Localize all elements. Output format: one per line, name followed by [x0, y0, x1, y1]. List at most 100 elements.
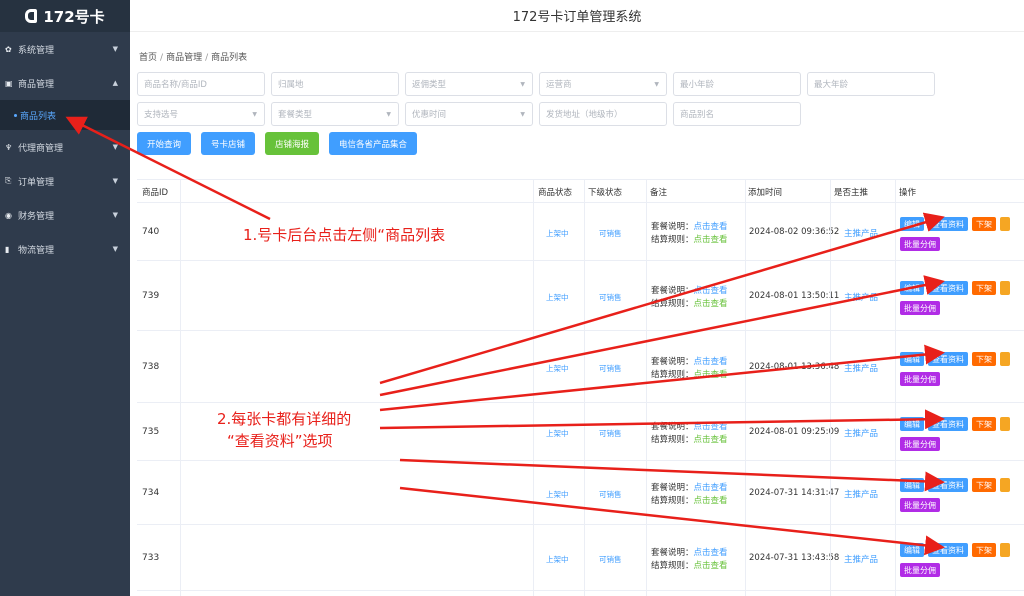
filter-select[interactable]: 套餐类型 ▼ — [271, 102, 399, 126]
main-product-tag[interactable]: 主推产品 — [844, 362, 878, 374]
view-link[interactable]: 点击查看 — [694, 561, 728, 571]
delist-button[interactable]: 下架 — [972, 417, 996, 431]
view-link[interactable]: 点击查看 — [694, 548, 728, 558]
shop-poster-button[interactable]: 店铺海报 — [265, 132, 320, 155]
delist-button[interactable]: 下架 — [972, 478, 996, 492]
chevron-down-icon: ▼ — [520, 110, 525, 118]
edit-button[interactable]: 编辑 — [900, 217, 924, 231]
edit-button[interactable]: 编辑 — [900, 478, 924, 492]
view-details-button[interactable]: 查看资料 — [928, 417, 968, 431]
edit-button[interactable]: 编辑 — [900, 543, 924, 557]
breadcrumb-product-mgmt[interactable]: 商品管理 — [166, 53, 202, 63]
filter-input[interactable]: 最大年龄 — [807, 72, 935, 96]
view-link[interactable]: 点击查看 — [694, 222, 728, 232]
main-product-tag[interactable]: 主推产品 — [844, 553, 878, 565]
view-details-button[interactable]: 查看资料 — [928, 352, 968, 366]
sub-status[interactable]: 可销售 — [599, 554, 622, 565]
edit-button[interactable]: 编辑 — [900, 352, 924, 366]
sidebar-item-label: 商品管理 — [18, 79, 55, 90]
more-button[interactable] — [1000, 417, 1010, 431]
card-shop-button[interactable]: 号卡店铺 — [201, 132, 256, 155]
sub-status[interactable]: 可销售 — [599, 363, 622, 374]
delist-button[interactable]: 下架 — [972, 352, 996, 366]
sub-status[interactable]: 可销售 — [599, 428, 622, 439]
chevron-down-icon: ▼ — [252, 110, 257, 118]
sidebar-item-4[interactable]: ◉ 财务管理 ▼ — [0, 198, 130, 232]
more-button[interactable] — [1000, 352, 1010, 366]
add-time: 2024-08-01 09:25:09 — [749, 427, 840, 437]
view-link[interactable]: 点击查看 — [694, 286, 728, 296]
more-button[interactable] — [1000, 281, 1010, 295]
more-button[interactable] — [1000, 543, 1010, 557]
batch-commission-button[interactable]: 批量分佣 — [900, 563, 940, 577]
main-product-tag[interactable]: 主推产品 — [844, 488, 878, 500]
product-status[interactable]: 上架中 — [546, 489, 569, 500]
view-details-button[interactable]: 查看资料 — [928, 543, 968, 557]
add-time: 2024-07-31 13:43:58 — [749, 553, 840, 563]
main-product-tag[interactable]: 主推产品 — [844, 291, 878, 303]
row-actions: 编辑 查看资料 下架批量分佣 — [900, 478, 1024, 518]
filter-select[interactable]: 运营商 ▼ — [539, 72, 667, 96]
filter-input[interactable]: 商品名称/商品ID — [137, 72, 265, 96]
sidebar-item-1[interactable]: ▣ 商品管理 ▲ — [0, 66, 130, 100]
note: 套餐说明：点击查看 结算规则：点击查看 — [651, 221, 728, 247]
filter-input[interactable]: 归属地 — [271, 72, 399, 96]
view-link[interactable]: 点击查看 — [694, 357, 728, 367]
product-status[interactable]: 上架中 — [546, 554, 569, 565]
main-product-tag[interactable]: 主推产品 — [844, 427, 878, 439]
delist-button[interactable]: 下架 — [972, 281, 996, 295]
edit-button[interactable]: 编辑 — [900, 417, 924, 431]
sub-status[interactable]: 可销售 — [599, 292, 622, 303]
filter-placeholder: 商品别名 — [680, 110, 715, 120]
note: 套餐说明：点击查看 结算规则：点击查看 — [651, 285, 728, 311]
telecom-collection-button[interactable]: 电信各省产品集合 — [329, 132, 418, 155]
sub-status[interactable]: 可销售 — [599, 489, 622, 500]
note-label: 套餐说明： — [651, 286, 694, 296]
filter-select[interactable]: 优惠时间 ▼ — [405, 102, 533, 126]
sidebar-item-label: 物流管理 — [18, 245, 55, 256]
sidebar-item-3[interactable]: ⎘ 订单管理 ▼ — [0, 164, 130, 198]
edit-button[interactable]: 编辑 — [900, 281, 924, 295]
filter-select[interactable]: 返佣类型 ▼ — [405, 72, 533, 96]
batch-commission-button[interactable]: 批量分佣 — [900, 498, 940, 512]
batch-commission-button[interactable]: 批量分佣 — [900, 301, 940, 315]
breadcrumb-home[interactable]: 首页 — [139, 53, 157, 63]
view-link[interactable]: 点击查看 — [694, 370, 728, 380]
sub-status[interactable]: 可销售 — [599, 228, 622, 239]
filter-select[interactable]: 支持选号 ▼ — [137, 102, 265, 126]
filter-input[interactable]: 最小年龄 — [673, 72, 801, 96]
view-details-button[interactable]: 查看资料 — [928, 478, 968, 492]
sidebar-item-0[interactable]: ✿ 系统管理 ▼ — [0, 32, 130, 66]
row-actions: 编辑 查看资料 下架批量分佣 — [900, 543, 1024, 583]
product-status[interactable]: 上架中 — [546, 228, 569, 239]
search-button[interactable]: 开始查询 — [137, 132, 192, 155]
view-link[interactable]: 点击查看 — [694, 235, 728, 245]
view-link[interactable]: 点击查看 — [694, 422, 728, 432]
product-status[interactable]: 上架中 — [546, 292, 569, 303]
batch-commission-button[interactable]: 批量分佣 — [900, 372, 940, 386]
main-product-tag[interactable]: 主推产品 — [844, 227, 878, 239]
product-status[interactable]: 上架中 — [546, 428, 569, 439]
view-link[interactable]: 点击查看 — [694, 496, 728, 506]
filter-input[interactable]: 商品别名 — [673, 102, 801, 126]
chevron-icon: ▼ — [112, 245, 118, 253]
filter-input[interactable]: 发货地址（地级市） — [539, 102, 667, 126]
batch-commission-button[interactable]: 批量分佣 — [900, 237, 940, 251]
sidebar-item-5[interactable]: ▮ 物流管理 ▼ — [0, 232, 130, 266]
delist-button[interactable]: 下架 — [972, 543, 996, 557]
sidebar-subitem-product-list[interactable]: 商品列表 — [0, 100, 130, 130]
sidebar-item-2[interactable]: ♆ 代理商管理 ▼ — [0, 130, 130, 164]
delist-button[interactable]: 下架 — [972, 217, 996, 231]
filter-placeholder: 最大年龄 — [814, 80, 849, 90]
view-link[interactable]: 点击查看 — [694, 483, 728, 493]
view-details-button[interactable]: 查看资料 — [928, 281, 968, 295]
batch-commission-button[interactable]: 批量分佣 — [900, 437, 940, 451]
view-link[interactable]: 点击查看 — [694, 299, 728, 309]
view-link[interactable]: 点击查看 — [694, 435, 728, 445]
product-status[interactable]: 上架中 — [546, 363, 569, 374]
annotation-step2-line2: “查看资料”选项 — [227, 432, 333, 450]
more-button[interactable] — [1000, 217, 1010, 231]
more-button[interactable] — [1000, 478, 1010, 492]
chevron-icon: ▼ — [112, 45, 118, 53]
view-details-button[interactable]: 查看资料 — [928, 217, 968, 231]
